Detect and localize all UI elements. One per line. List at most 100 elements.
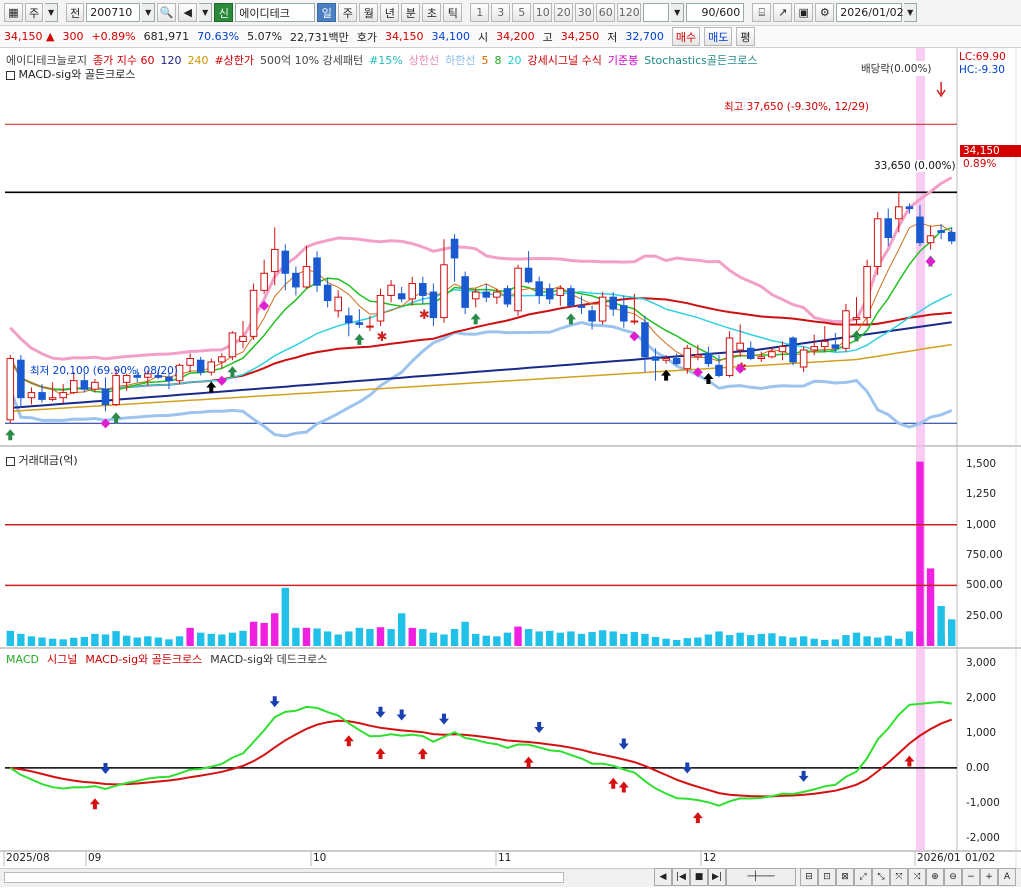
code-dropdown-icon[interactable]: ▼ [142, 3, 156, 22]
candle-body [567, 288, 575, 307]
last-page-icon[interactable]: ▶| [708, 868, 726, 886]
minute-10[interactable]: 10 [533, 3, 553, 22]
prev-button[interactable]: 전 [66, 3, 85, 22]
candle-body [366, 325, 374, 328]
tool-icon-2[interactable]: ⊡ [818, 868, 836, 886]
volume-bar [546, 630, 554, 646]
change-pct: +0.89% [91, 30, 136, 43]
candle-body [577, 305, 586, 308]
price-legend-item[interactable]: #상한가 [214, 54, 254, 67]
candle-body [59, 392, 67, 399]
tool-icon-5[interactable]: ⤡ [872, 868, 890, 886]
custom-period-input[interactable] [643, 3, 670, 22]
zoom-out-icon[interactable]: − [962, 868, 980, 886]
period-tick[interactable]: 틱 [443, 3, 463, 22]
tool-icon-9[interactable]: ⊖ [944, 868, 962, 886]
save-icon[interactable]: ▣ [794, 3, 814, 22]
high-note: 최고 37,650 (-9.30%, 12/29) [724, 101, 870, 113]
candle-body [620, 305, 628, 322]
x-axis-label: 11 [498, 852, 512, 864]
macd-legend-item[interactable]: MACD-sig와 데드크로스 [210, 653, 327, 666]
minute-5[interactable]: 5 [512, 3, 532, 22]
sound-icon[interactable]: ◀ [178, 3, 198, 22]
macd-legend-item[interactable]: MACD [6, 653, 39, 666]
candle-body [112, 375, 120, 406]
macd-legend-item[interactable]: 시그널 [47, 653, 77, 666]
volume-tick-label: 750.00 [966, 549, 1003, 562]
price-legend-item[interactable]: 240 [187, 54, 208, 67]
custom-period-dropdown-icon[interactable]: ▼ [671, 3, 685, 22]
candle-style-icon[interactable]: ⌸ [752, 3, 772, 22]
sell-button[interactable]: 매도 [704, 27, 733, 46]
price-legend-item[interactable]: 강세시그널 수식 [528, 54, 602, 67]
minute-1[interactable]: 1 [470, 3, 490, 22]
minute-120[interactable]: 120 [617, 3, 642, 22]
zoom-slider[interactable]: ─┼─── [726, 868, 796, 886]
stop-icon[interactable]: ■ [690, 868, 708, 886]
draw-tool-icon[interactable]: ↗ [773, 3, 793, 22]
candle-body [450, 238, 459, 259]
tool-icon-7[interactable]: ⤨ [908, 868, 926, 886]
market-dropdown-icon[interactable]: ▼ [45, 3, 59, 22]
price-legend-item[interactable]: 5 [482, 54, 489, 67]
price-legend-item[interactable]: 8 [495, 54, 502, 67]
price-legend-item[interactable]: 기준봉 [608, 54, 638, 67]
buy-button[interactable]: 매수 [671, 27, 701, 46]
scroll-left-icon[interactable]: ◀ [654, 868, 672, 886]
chart-canvas[interactable]: ✱✱✱ [0, 48, 1021, 887]
period-year[interactable]: 년 [380, 3, 400, 22]
eval-button[interactable]: 평 [736, 27, 755, 46]
sound-dropdown-icon[interactable]: ▼ [199, 3, 213, 22]
chart-area[interactable]: ✱✱✱ 에이디테크늘로지종가 지수 60120240#상한가500억 10% 강… [0, 48, 1021, 887]
volume-bar [239, 630, 247, 646]
candle-body [260, 272, 268, 291]
period-week[interactable]: 주 [338, 3, 358, 22]
data-count-input[interactable]: 90/600 [686, 3, 745, 22]
date-dropdown-icon[interactable]: ▼ [904, 3, 918, 22]
tool-icon-4[interactable]: ⤢ [854, 868, 872, 886]
stock-code-input[interactable]: 200710 [86, 3, 141, 22]
volume-legend: 거래대금(억) [6, 452, 78, 468]
candle-body [916, 216, 924, 244]
tool-icon-8[interactable]: ⊕ [926, 868, 944, 886]
tool-icon-1[interactable]: ⊟ [800, 868, 818, 886]
volume-bar [122, 635, 131, 646]
volume-bar [218, 634, 226, 646]
tool-icon-3[interactable]: ⊠ [836, 868, 854, 886]
period-month[interactable]: 월 [359, 3, 379, 22]
candle-body [715, 364, 723, 377]
volume-bar [387, 629, 395, 646]
market-button[interactable]: 주 [25, 3, 44, 22]
minute-3[interactable]: 3 [491, 3, 511, 22]
minute-20[interactable]: 20 [554, 3, 574, 22]
price-legend-item[interactable]: 500억 10% 강세패턴 [260, 54, 363, 67]
volume-bar [641, 633, 649, 646]
price-legend-item[interactable]: 하한선 [445, 54, 475, 67]
search-icon[interactable]: 🔍 [157, 3, 177, 22]
candle-body [503, 288, 512, 305]
macd-legend-item[interactable]: MACD-sig와 골든크로스 [85, 653, 202, 666]
candle-body [376, 294, 385, 322]
price-legend-item[interactable]: 상한선 [409, 54, 439, 67]
period-day[interactable]: 일 [317, 3, 337, 22]
horizontal-scrollbar[interactable] [4, 872, 564, 883]
chart-bg [0, 48, 1021, 887]
text-tool-icon[interactable]: A [998, 868, 1016, 886]
price-legend-item[interactable]: 20 [508, 54, 522, 67]
tool-icon-6[interactable]: ⤧ [890, 868, 908, 886]
volume-bar-recent [937, 605, 945, 646]
add-icon[interactable]: + [980, 868, 998, 886]
minute-30[interactable]: 30 [575, 3, 595, 22]
price-legend-item[interactable]: #15% [369, 54, 403, 67]
minute-60[interactable]: 60 [596, 3, 616, 22]
volume-bar [524, 629, 533, 646]
first-page-icon[interactable]: |◀ [672, 868, 690, 886]
volume-bar [186, 627, 194, 646]
period-minute[interactable]: 분 [401, 3, 421, 22]
settings-icon[interactable]: ⚙ [815, 3, 835, 22]
period-second[interactable]: 초 [422, 3, 442, 22]
date-input[interactable]: 2026/01/02 [836, 3, 904, 22]
chart-type-icon[interactable]: ▦ [4, 3, 23, 22]
price-legend-item[interactable]: 120 [160, 54, 181, 67]
price-legend-item[interactable]: Stochastics골든크로스 [644, 54, 757, 67]
